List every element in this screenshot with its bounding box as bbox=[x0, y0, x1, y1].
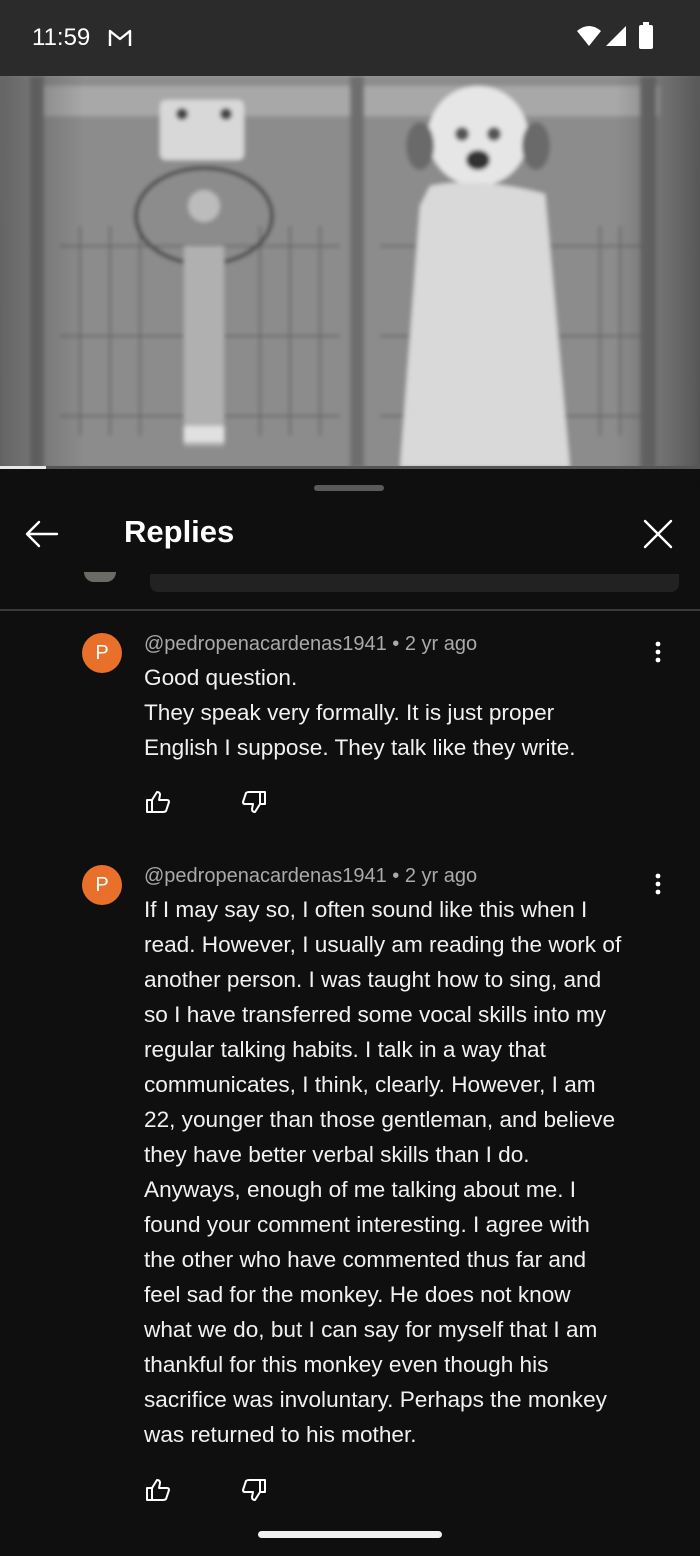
video-progress-fill bbox=[0, 466, 46, 469]
comment-meta: @pedropenacardenas1941 • 2 yr ago bbox=[144, 865, 477, 888]
comment-line: regular talking habits. I talk in a way … bbox=[144, 1037, 546, 1062]
back-button[interactable] bbox=[22, 514, 62, 554]
home-indicator[interactable] bbox=[258, 1531, 442, 1538]
comment-line: They speak very formally. It is just pro… bbox=[144, 700, 555, 725]
author-name[interactable]: @pedropenacardenas1941 bbox=[144, 865, 387, 887]
comment-line: was returned to his mother. bbox=[144, 1422, 417, 1447]
meta-separator: • bbox=[392, 865, 400, 887]
author-name[interactable]: @pedropenacardenas1941 bbox=[144, 633, 387, 655]
drag-handle[interactable] bbox=[314, 485, 384, 491]
comment-line: If I may say so, I often sound like this… bbox=[144, 897, 588, 922]
status-bar: 11:59 bbox=[0, 0, 700, 76]
comment-line: found your comment interesting. I agree … bbox=[144, 1212, 590, 1237]
close-icon bbox=[643, 519, 673, 549]
comment-line: sacrifice was involuntary. Perhaps the m… bbox=[144, 1387, 607, 1412]
comment-age: 2 yr ago bbox=[404, 865, 478, 887]
comment-line: read. However, I usually am reading the … bbox=[144, 932, 622, 957]
battery-icon bbox=[639, 22, 653, 49]
like-button[interactable] bbox=[142, 1474, 174, 1506]
comment-line: so I have transferred some vocal skills … bbox=[144, 1002, 607, 1027]
divider bbox=[0, 609, 700, 611]
thumb-up-icon bbox=[146, 1479, 170, 1501]
thumb-down-icon bbox=[242, 791, 266, 813]
sheet-title: Replies bbox=[124, 514, 235, 549]
dislike-button[interactable] bbox=[238, 786, 270, 818]
like-button[interactable] bbox=[142, 786, 174, 818]
comment-line: English I suppose. They talk like they w… bbox=[144, 735, 576, 760]
gmail-icon bbox=[108, 29, 132, 46]
signal-icon bbox=[606, 26, 626, 46]
video-frame-image bbox=[0, 76, 700, 468]
comment-line: what we do, but I can say for myself tha… bbox=[144, 1317, 598, 1342]
close-button[interactable] bbox=[638, 514, 678, 554]
dislike-button[interactable] bbox=[238, 1474, 270, 1506]
comment-line: Anyways, enough of me talking about me. … bbox=[144, 1177, 577, 1202]
status-time: 11:59 bbox=[32, 24, 91, 51]
avatar[interactable]: P bbox=[82, 865, 122, 905]
comment-text: Good question. They speak very formally.… bbox=[144, 660, 664, 765]
comment-age: 2 yr ago bbox=[404, 633, 478, 655]
comment-line: another person. I was taught how to sing… bbox=[144, 967, 602, 992]
comment-line: they have better verbal skills than I do… bbox=[144, 1142, 530, 1167]
comment-line: communicates, I think, clearly. However,… bbox=[144, 1072, 596, 1097]
parent-avatar-peek bbox=[84, 572, 116, 582]
arrow-left-icon bbox=[25, 520, 59, 548]
wifi-icon bbox=[577, 26, 601, 46]
avatar[interactable]: P bbox=[82, 633, 122, 673]
comment-line: the other who have commented thus far an… bbox=[144, 1247, 587, 1272]
comment-line: Good question. bbox=[144, 665, 298, 690]
comment-text: If I may say so, I often sound like this… bbox=[144, 892, 664, 1452]
comment-line: thankful for this monkey even though his bbox=[144, 1352, 549, 1377]
parent-comment-peek bbox=[150, 574, 679, 592]
comment-line: feel sad for the monkey. He does not kno… bbox=[144, 1282, 571, 1307]
thumb-down-icon bbox=[242, 1479, 266, 1501]
video-progress-bar[interactable] bbox=[0, 466, 700, 469]
video-player[interactable] bbox=[0, 76, 700, 468]
meta-separator: • bbox=[392, 633, 400, 655]
comment-meta: @pedropenacardenas1941 • 2 yr ago bbox=[144, 633, 477, 656]
thumb-up-icon bbox=[146, 791, 170, 813]
comment-line: 22, younger than those gentleman, and be… bbox=[144, 1107, 616, 1132]
